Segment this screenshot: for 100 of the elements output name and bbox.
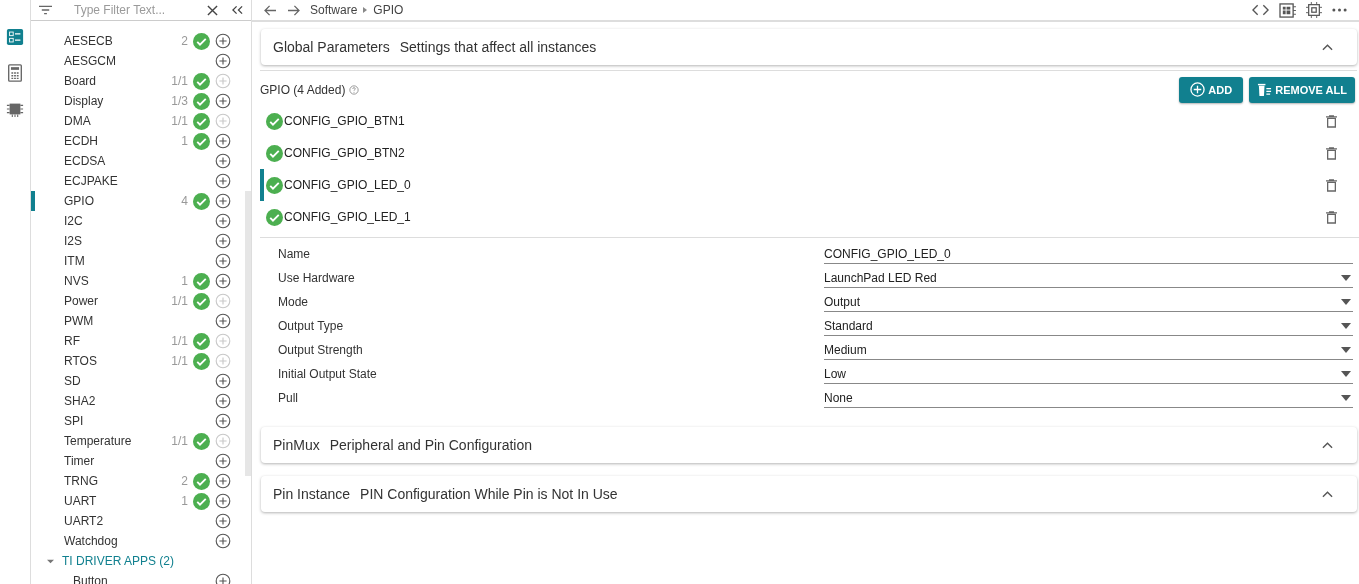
add-icon[interactable]	[215, 133, 231, 149]
filter-field[interactable]: Type Filter Text...	[74, 3, 201, 17]
module-item[interactable]: Display 1/3	[31, 91, 245, 111]
add-button[interactable]: ADD	[1179, 76, 1244, 103]
property-label: Output Type	[278, 319, 345, 333]
module-item[interactable]: RF 1/1	[31, 331, 245, 351]
delete-icon[interactable]	[1326, 210, 1337, 224]
instance-item[interactable]: CONFIG_GPIO_LED_0	[260, 169, 1359, 201]
module-item[interactable]: NVS 1	[31, 271, 245, 291]
back-icon[interactable]	[264, 4, 277, 16]
dropdown[interactable]: Low	[824, 364, 1353, 384]
add-icon[interactable]	[215, 373, 231, 389]
module-item[interactable]: SPI	[31, 411, 245, 431]
instance-count: 1/3	[171, 94, 188, 108]
instance-item[interactable]: CONFIG_GPIO_BTN2	[252, 137, 1359, 169]
delete-icon[interactable]	[1326, 146, 1337, 160]
dropdown[interactable]: Medium	[824, 340, 1353, 360]
chip-icon[interactable]	[1306, 2, 1322, 18]
caret-icon	[1341, 394, 1351, 401]
instance-count: 1/1	[171, 334, 188, 348]
instance-count: 1/1	[171, 114, 188, 128]
collapse-icon[interactable]	[1322, 441, 1333, 449]
dropdown[interactable]: None	[824, 388, 1353, 408]
caret-icon	[1341, 298, 1351, 305]
module-item[interactable]: I2C	[31, 211, 245, 231]
section-header[interactable]: Pin Instance PIN Configuration While Pin is Not In Use	[261, 476, 1357, 512]
module-item[interactable]: Power 1/1	[31, 291, 245, 311]
caret-icon	[1341, 370, 1351, 377]
module-item[interactable]: ECDH 1	[31, 131, 245, 151]
add-icon[interactable]	[215, 493, 231, 509]
module-item[interactable]: SHA2	[31, 391, 245, 411]
calculator-icon[interactable]	[6, 64, 24, 82]
module-item[interactable]: UART 1	[31, 491, 245, 511]
module-item[interactable]: GPIO 4	[31, 191, 245, 211]
dropdown[interactable]: LaunchPad LED Red	[824, 268, 1353, 288]
module-item[interactable]: ECJPAKE	[31, 171, 245, 191]
instance-item[interactable]: CONFIG_GPIO_LED_1	[252, 201, 1359, 233]
add-icon[interactable]	[215, 413, 231, 429]
collapse-icon[interactable]	[1322, 43, 1333, 51]
dropdown[interactable]: Standard	[824, 316, 1353, 336]
add-icon[interactable]	[215, 193, 231, 209]
close-icon[interactable]	[207, 4, 218, 16]
list-icon[interactable]	[6, 28, 24, 46]
module-item[interactable]: Watchdog	[31, 531, 245, 551]
forward-icon[interactable]	[287, 4, 300, 16]
more-icon[interactable]	[1332, 8, 1347, 12]
caret-icon[interactable]	[47, 557, 54, 565]
collapse-icon[interactable]	[232, 5, 243, 15]
module-item[interactable]: UART2	[31, 511, 245, 531]
instance-item[interactable]: CONFIG_GPIO_BTN1	[252, 105, 1359, 137]
add-icon[interactable]	[215, 513, 231, 529]
add-icon[interactable]	[215, 533, 231, 549]
section-header[interactable]: Global Parameters Settings that affect all instances	[261, 29, 1357, 65]
module-item[interactable]: AESGCM	[31, 51, 245, 71]
module-item[interactable]: PWM	[31, 311, 245, 331]
section-header[interactable]: PinMux Peripheral and Pin Configuration	[261, 427, 1357, 463]
module-item[interactable]: Temperature 1/1	[31, 431, 245, 451]
collapse-icon[interactable]	[1322, 490, 1333, 498]
module-item[interactable]: TRNG 2	[31, 471, 245, 491]
add-icon[interactable]	[215, 273, 231, 289]
instance-count: 1/1	[171, 294, 188, 308]
instance-count: 1	[181, 494, 188, 508]
instance-count: 1	[181, 134, 188, 148]
breadcrumb-item[interactable]: GPIO	[373, 3, 404, 17]
instance-count: 1	[181, 274, 188, 288]
group-header[interactable]: TI DRIVER APPS (2)	[31, 551, 245, 571]
module-item[interactable]: I2S	[31, 231, 245, 251]
add-icon[interactable]	[215, 173, 231, 189]
module-item[interactable]: Board 1/1	[31, 71, 245, 91]
module-item[interactable]: ITM	[31, 251, 245, 271]
filter-icon[interactable]	[39, 5, 52, 15]
module-item[interactable]: SD	[31, 371, 245, 391]
module-item[interactable]: Timer	[31, 451, 245, 471]
text-field[interactable]: CONFIG_GPIO_LED_0	[824, 244, 1353, 264]
add-icon[interactable]	[215, 473, 231, 489]
module-item[interactable]: ECDSA	[31, 151, 245, 171]
trash-list-icon	[1257, 82, 1273, 97]
module-item[interactable]: DMA 1/1	[31, 111, 245, 131]
add-icon[interactable]	[215, 93, 231, 109]
add-icon[interactable]	[215, 233, 231, 249]
add-icon[interactable]	[215, 33, 231, 49]
caret-icon	[1341, 346, 1351, 353]
scrollbar[interactable]	[245, 191, 251, 476]
delete-icon[interactable]	[1326, 178, 1337, 192]
add-icon[interactable]	[215, 213, 231, 229]
remove-all-button[interactable]: REMOVE ALL	[1249, 76, 1355, 103]
add-icon[interactable]	[215, 53, 231, 69]
module-item[interactable]: RTOS 1/1	[31, 351, 245, 371]
add-icon[interactable]	[215, 453, 231, 469]
code-icon[interactable]	[1252, 4, 1269, 16]
module-item[interactable]: AESECB 2	[31, 31, 245, 51]
breadcrumb-item[interactable]: Software	[310, 3, 358, 17]
delete-icon[interactable]	[1326, 114, 1337, 128]
add-icon[interactable]	[215, 253, 231, 269]
add-icon[interactable]	[215, 153, 231, 169]
board-icon[interactable]	[1279, 2, 1296, 18]
dropdown[interactable]: Output	[824, 292, 1353, 312]
add-icon[interactable]	[215, 313, 231, 329]
instances-title: GPIO (4 Added)	[260, 82, 346, 97]
add-icon[interactable]	[215, 393, 231, 409]
